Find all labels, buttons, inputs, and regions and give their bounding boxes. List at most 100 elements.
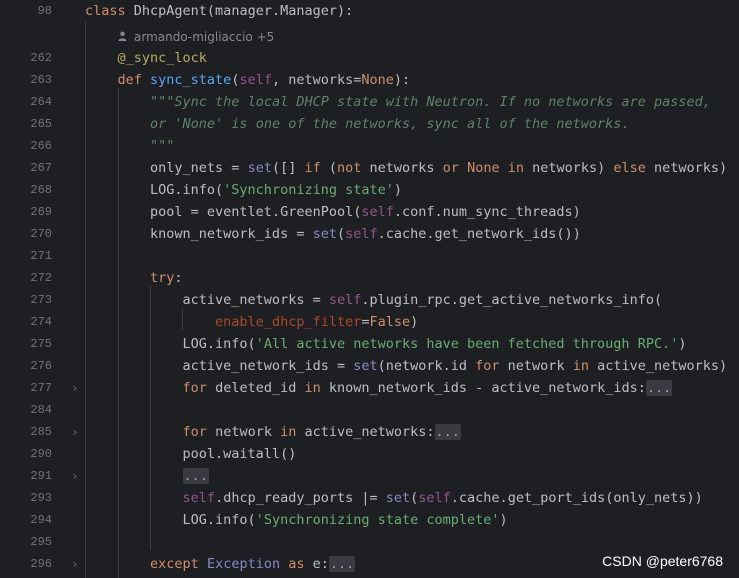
code-text[interactable]: LOG.info('All active networks have been … (85, 333, 687, 355)
code-line[interactable]: 285 › for network in active_networks:... (0, 421, 739, 443)
code-text[interactable]: def sync_state(self, networks=None): (85, 69, 411, 91)
folded-region-button[interactable]: ... (645, 380, 673, 396)
code-text[interactable]: try: (85, 267, 183, 289)
line-number[interactable]: 267 (0, 157, 52, 179)
code-line[interactable]: 265 or 'None' is one of the networks, sy… (0, 113, 739, 135)
fold-chevron-icon[interactable]: › (70, 465, 80, 487)
folded-region-button[interactable]: ... (328, 556, 356, 572)
line-number[interactable]: 290 (0, 443, 52, 465)
code-line[interactable]: 98 class DhcpAgent(manager.Manager): (0, 0, 739, 22)
folded-region-button[interactable]: ... (434, 424, 461, 440)
code-line[interactable]: 272 try: (0, 267, 739, 289)
code-text[interactable]: only_nets = set([] if (not networks or N… (85, 157, 727, 179)
code-token: except (150, 556, 207, 572)
code-token: active_networks) (597, 358, 728, 374)
code-line[interactable]: 276 active_network_ids = set(network.id … (0, 355, 739, 377)
fold-chevron-icon[interactable]: › (70, 553, 80, 575)
line-number[interactable]: 293 (0, 487, 52, 509)
code-line[interactable]: 293 self.dhcp_ready_ports |= set(self.ca… (0, 487, 739, 509)
fold-chevron-icon[interactable]: › (70, 377, 80, 399)
code-line[interactable]: 267 only_nets = set([] if (not networks … (0, 157, 739, 179)
code-token: ([] (271, 160, 305, 176)
code-token: , networks= (271, 72, 362, 88)
code-token: ) (499, 512, 508, 528)
code-text[interactable]: self.dhcp_ready_ports |= set(self.cache.… (85, 487, 703, 509)
line-number[interactable]: 296 (0, 553, 52, 575)
line-number[interactable]: 276 (0, 355, 52, 377)
code-line[interactable]: 273 active_networks = self.plugin_rpc.ge… (0, 289, 739, 311)
line-number[interactable]: 285 (0, 421, 52, 443)
line-number[interactable]: 271 (0, 245, 52, 267)
code-token: for (475, 358, 508, 374)
code-token: .cache.get_port_ids(only_nets)) (450, 490, 703, 506)
code-text[interactable]: except Exception as e:... (85, 553, 356, 575)
code-text[interactable]: pool.waitall() (85, 443, 297, 465)
line-number[interactable]: 265 (0, 113, 52, 135)
code-line[interactable]: 290 pool.waitall() (0, 443, 739, 465)
code-text[interactable]: active_networks = self.plugin_rpc.get_ac… (85, 289, 663, 311)
code-token: None (467, 160, 508, 176)
line-number[interactable]: 98 (0, 0, 52, 22)
line-number[interactable]: 270 (0, 223, 52, 245)
code-line[interactable]: 294 LOG.info('Synchronizing state comple… (0, 509, 739, 531)
code-line[interactable]: 275 LOG.info('All active networks have b… (0, 333, 739, 355)
code-line[interactable]: 266 """ (0, 135, 739, 157)
line-number[interactable]: 275 (0, 333, 52, 355)
code-text[interactable]: """Sync the local DHCP state with Neutro… (85, 91, 711, 113)
code-token: self (328, 292, 362, 308)
code-token: None (361, 72, 394, 88)
code-text[interactable]: enable_dhcp_filter=False) (85, 311, 418, 333)
code-token: networks) (654, 160, 728, 176)
code-line[interactable]: 270 known_network_ids = set(self.cache.g… (0, 223, 739, 245)
line-number[interactable]: 263 (0, 69, 52, 91)
code-text[interactable]: for deleted_id in known_network_ids - ac… (85, 377, 673, 399)
line-number[interactable]: 295 (0, 531, 52, 553)
code-token: LOG.info( (85, 182, 224, 198)
code-text[interactable]: @_sync_lock (85, 47, 207, 69)
code-text[interactable]: active_network_ids = set(network.id for … (85, 355, 728, 377)
code-token: active_networks: (304, 424, 435, 440)
line-number[interactable]: 268 (0, 179, 52, 201)
code-text[interactable]: known_network_ids = set(self.cache.get_n… (85, 223, 581, 245)
code-line[interactable]: 271 (0, 245, 739, 267)
line-number[interactable]: 264 (0, 91, 52, 113)
code-text[interactable]: """ (85, 135, 174, 157)
line-number[interactable]: 272 (0, 267, 52, 289)
code-token: or 'None' is one of the networks, sync a… (150, 116, 630, 132)
line-number[interactable]: 273 (0, 289, 52, 311)
code-editor[interactable]: armando-migliaccio +5 98 class DhcpAgent(… (0, 0, 739, 578)
code-line[interactable]: 268 LOG.info('Synchronizing state') (0, 179, 739, 201)
code-text[interactable]: or 'None' is one of the networks, sync a… (85, 113, 630, 135)
code-line[interactable]: 284 (0, 399, 739, 421)
line-number[interactable]: 269 (0, 201, 52, 223)
code-line[interactable]: 264 """Sync the local DHCP state with Ne… (0, 91, 739, 113)
code-line[interactable]: 295 (0, 531, 739, 553)
line-number[interactable]: 284 (0, 399, 52, 421)
code-token: not (337, 160, 370, 176)
line-number[interactable]: 294 (0, 509, 52, 531)
code-line[interactable]: 274 enable_dhcp_filter=False) (0, 311, 739, 333)
code-line[interactable]: 263 def sync_state(self, networks=None): (0, 69, 739, 91)
line-number[interactable]: 266 (0, 135, 52, 157)
code-token: DhcpAgent(manager.Manager): (133, 3, 354, 19)
folded-region-button[interactable]: ... (182, 468, 209, 484)
line-number[interactable]: 262 (0, 47, 52, 69)
line-number[interactable]: 277 (0, 377, 52, 399)
code-line[interactable]: 262 @_sync_lock (0, 47, 739, 69)
code-text[interactable]: class DhcpAgent(manager.Manager): (85, 0, 353, 22)
code-text[interactable]: LOG.info('Synchronizing state complete') (85, 509, 508, 531)
code-line[interactable]: 269 pool = eventlet.GreenPool(self.conf.… (0, 201, 739, 223)
code-text[interactable]: LOG.info('Synchronizing state') (85, 179, 402, 201)
code-line[interactable]: 277 › for deleted_id in known_network_ids… (0, 377, 739, 399)
person-icon (118, 26, 130, 48)
code-text[interactable]: pool = eventlet.GreenPool(self.conf.num_… (85, 201, 581, 223)
code-text[interactable]: for network in active_networks:... (85, 421, 461, 443)
fold-chevron-icon[interactable]: › (70, 421, 80, 443)
code-line[interactable]: 291 › ... (0, 465, 739, 487)
author-hint[interactable]: armando-migliaccio +5 (118, 26, 274, 48)
line-number[interactable]: 291 (0, 465, 52, 487)
code-token: ( (336, 226, 346, 242)
line-number[interactable]: 274 (0, 311, 52, 333)
code-text[interactable]: ... (85, 465, 209, 487)
